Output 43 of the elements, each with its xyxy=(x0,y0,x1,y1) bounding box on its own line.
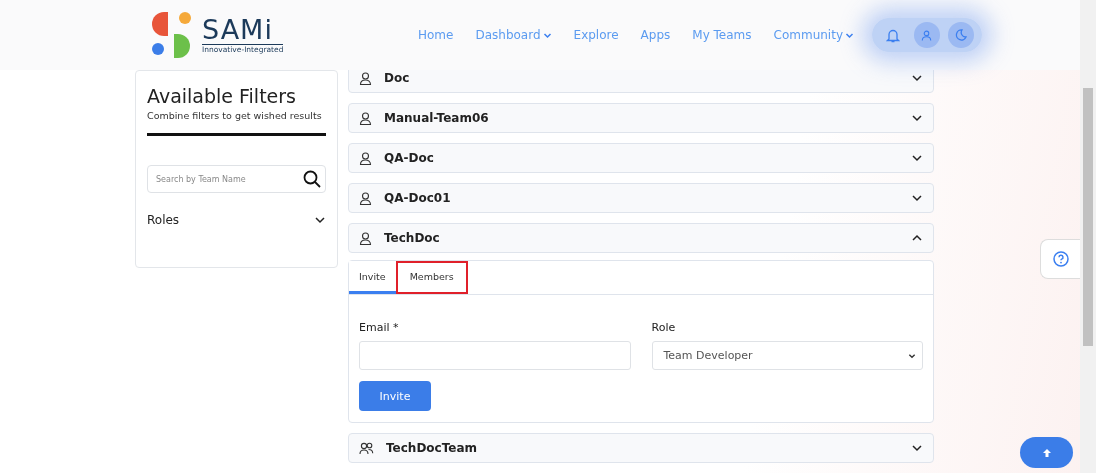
person-icon xyxy=(359,151,372,165)
user-icon xyxy=(921,29,933,41)
arrow-up-icon xyxy=(1041,447,1052,458)
help-icon xyxy=(1052,251,1069,267)
chevron-down-icon xyxy=(908,351,916,360)
team-row[interactable]: Doc xyxy=(348,70,934,93)
chevron-down-icon xyxy=(314,214,326,226)
chevron-down-icon xyxy=(911,112,923,124)
scroll-top-button[interactable] xyxy=(1020,437,1073,468)
people-icon xyxy=(359,441,374,455)
role-label: Role xyxy=(651,321,677,334)
chevron-down-icon xyxy=(911,442,923,454)
chevron-down-icon xyxy=(911,192,923,204)
scrollbar[interactable] xyxy=(1080,0,1096,473)
tab[interactable]: Members xyxy=(395,261,468,294)
team-row[interactable]: QA-Doc01 xyxy=(348,183,934,213)
chevron-down-icon xyxy=(911,72,923,84)
team-row[interactable]: QA-Doc xyxy=(348,143,934,173)
person-icon xyxy=(359,111,372,125)
theme-button[interactable] xyxy=(948,22,974,48)
email-field[interactable] xyxy=(359,341,631,370)
filters-title: Available Filters xyxy=(147,85,297,107)
logo-icon xyxy=(152,12,194,58)
person-icon xyxy=(359,191,372,205)
role-select[interactable]: Team Developer xyxy=(651,341,923,370)
moon-icon xyxy=(955,29,967,41)
tab[interactable]: Invite xyxy=(349,261,396,294)
logo-text: SAMi xyxy=(202,16,274,43)
filters-subtitle: Combine filters to get wished results xyxy=(147,110,326,136)
person-icon xyxy=(359,71,372,85)
help-button[interactable] xyxy=(1040,239,1080,279)
chevron-down-icon xyxy=(911,152,923,164)
team-row[interactable]: Manual-Team06 xyxy=(348,103,934,133)
search-field[interactable]: Search by Team Name xyxy=(147,165,326,193)
search-icon xyxy=(303,170,321,188)
email-label: Email * xyxy=(359,321,400,334)
profile-button[interactable] xyxy=(914,22,940,48)
invite-button[interactable]: Invite xyxy=(359,381,431,411)
bell-icon xyxy=(886,27,900,43)
team-row[interactable]: TechDoc xyxy=(348,223,934,253)
filter-section-label[interactable]: Roles xyxy=(147,213,180,227)
team-row[interactable]: TechDocTeam xyxy=(348,433,934,463)
person-icon xyxy=(359,231,372,245)
